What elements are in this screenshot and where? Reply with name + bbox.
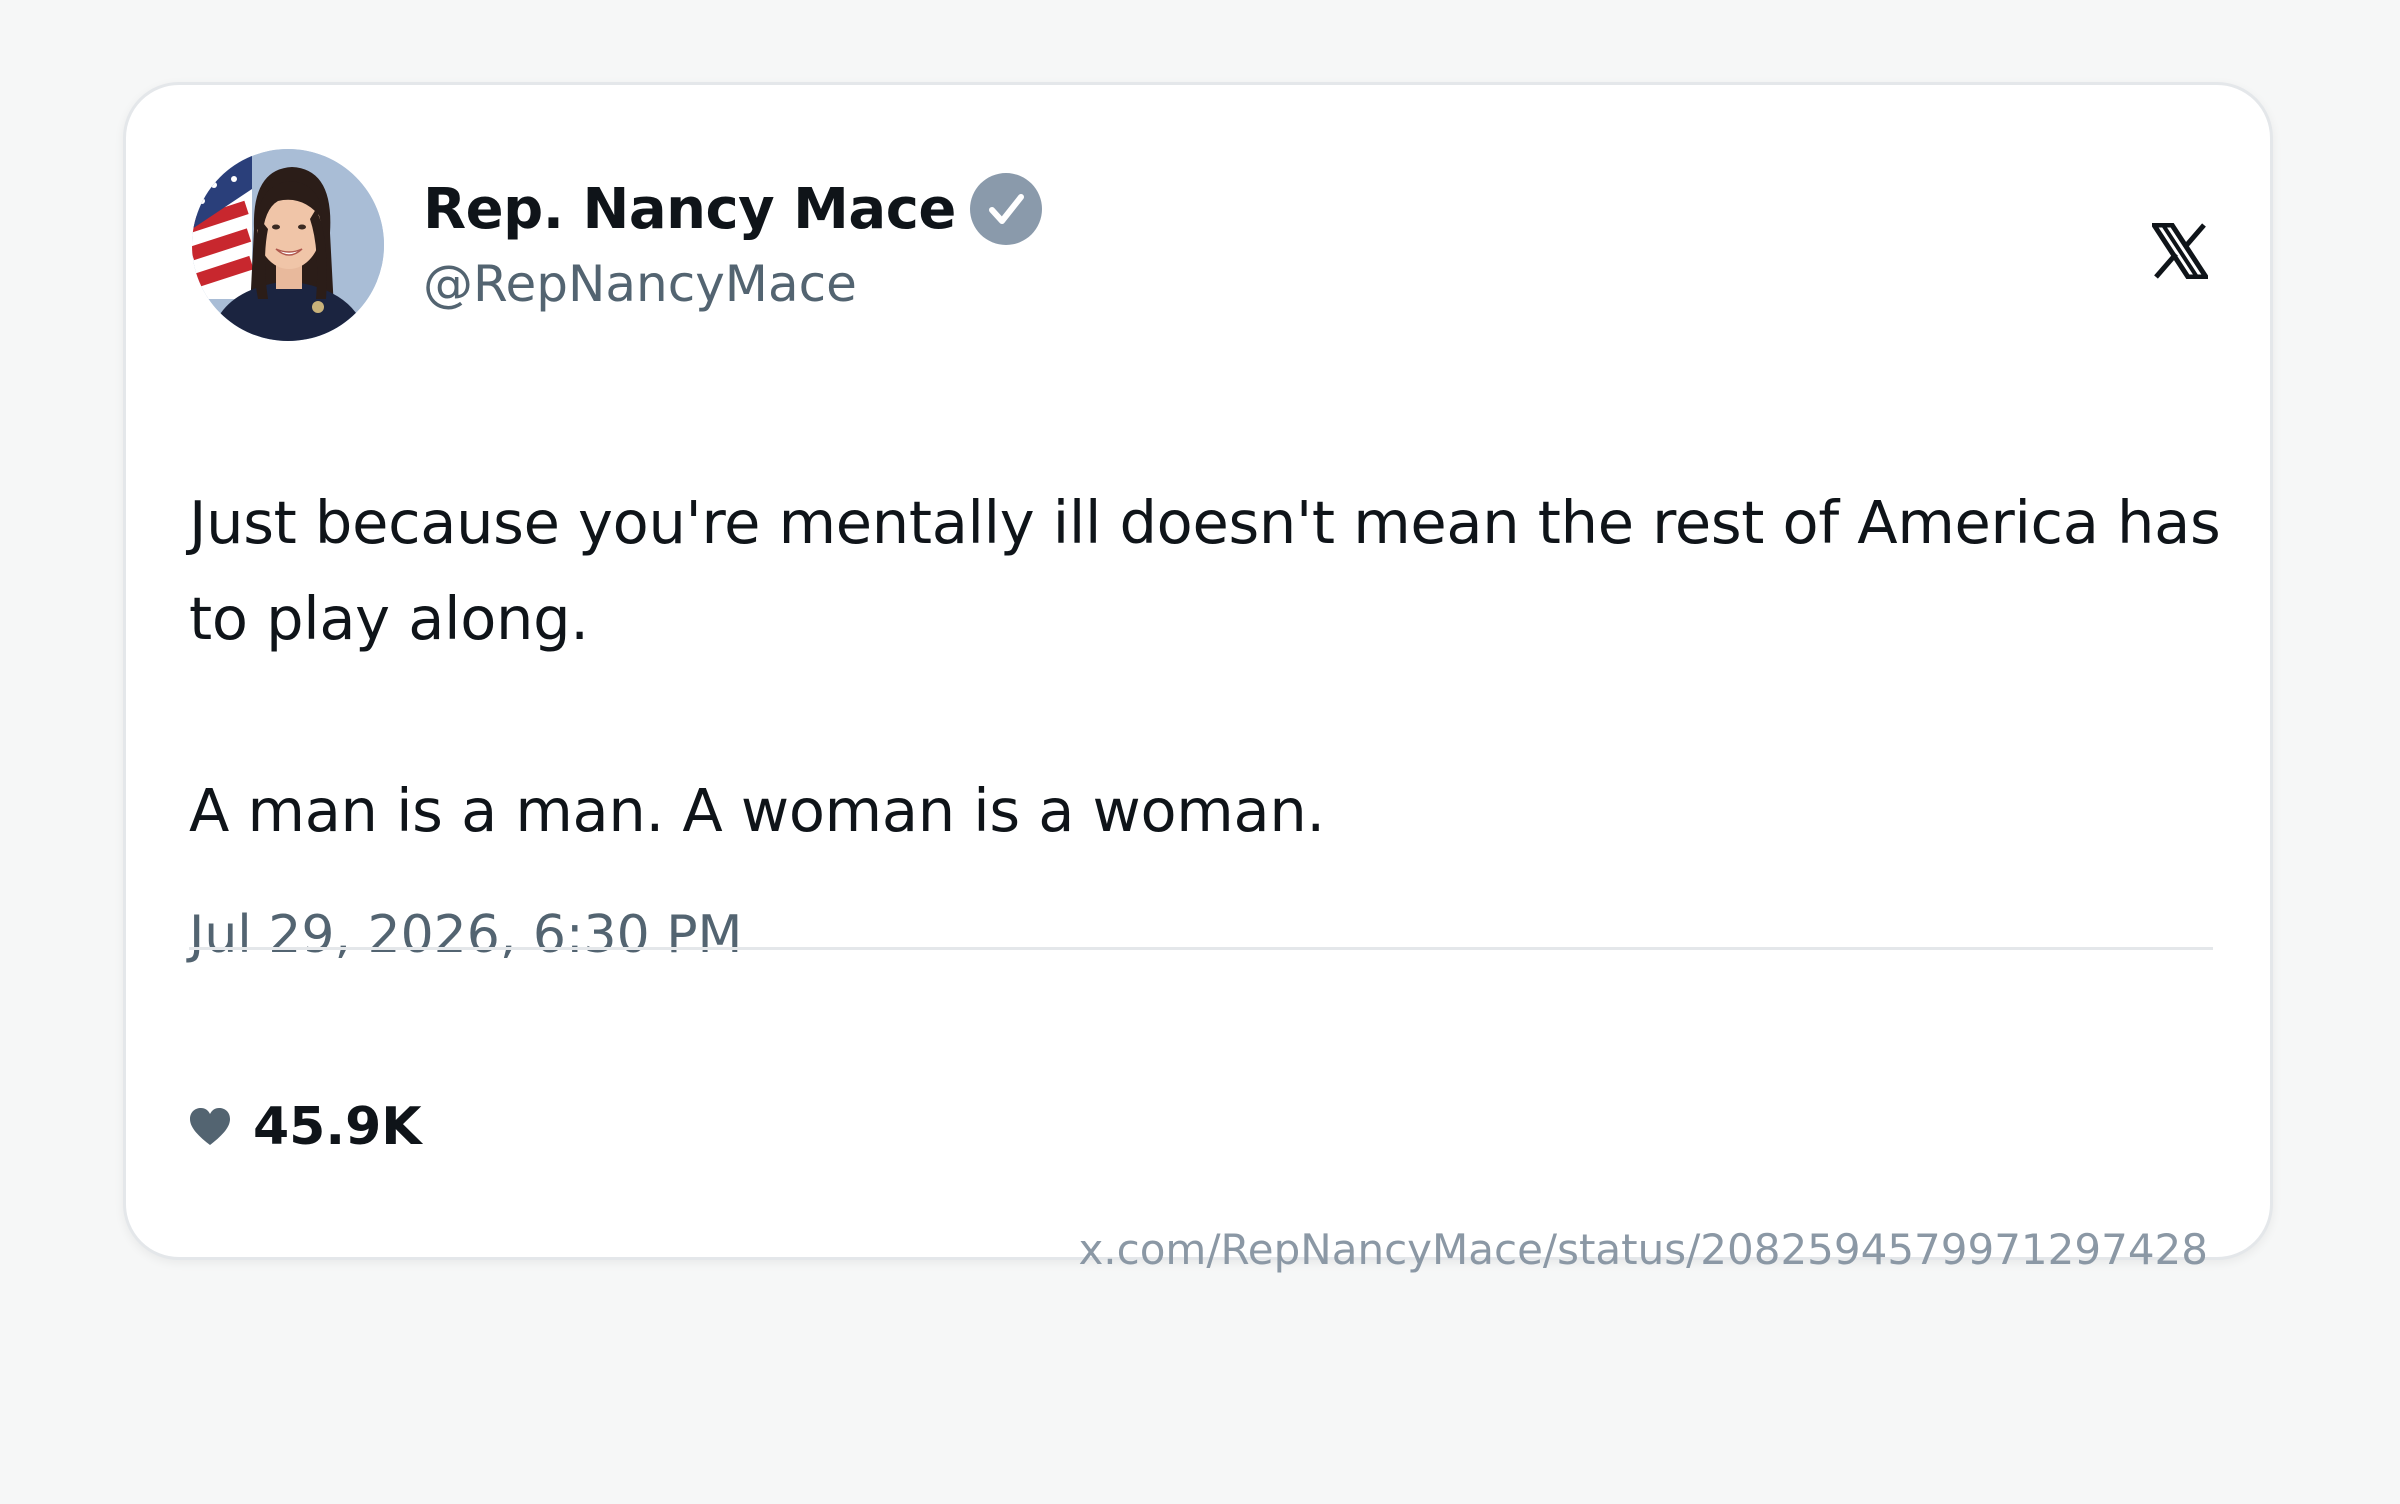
likes-row[interactable]: 45.9K — [189, 1091, 422, 1163]
display-name[interactable]: Rep. Nancy Mace — [423, 177, 956, 242]
verified-badge-icon — [969, 173, 1042, 245]
like-count: 45.9K — [253, 1097, 422, 1157]
divider — [189, 947, 2213, 950]
tweet-text: Just because you're mentally ill doesn't… — [189, 488, 2221, 845]
avatar[interactable] — [192, 149, 384, 341]
heart-icon[interactable] — [189, 1107, 231, 1147]
tweet-timestamp[interactable]: Jul 29, 2026, 6:30 PM — [189, 905, 742, 965]
tweet-url-link[interactable]: x.com/RepNancyMace/status/20825945799712… — [1078, 1225, 2208, 1274]
x-logo-icon[interactable] — [2152, 223, 2208, 279]
tweet-card: Rep. Nancy Mace @RepNancyMace Just becau… — [123, 82, 2273, 1274]
author-name-row: Rep. Nancy Mace — [423, 169, 1042, 249]
author-handle[interactable]: @RepNancyMace — [423, 255, 857, 313]
